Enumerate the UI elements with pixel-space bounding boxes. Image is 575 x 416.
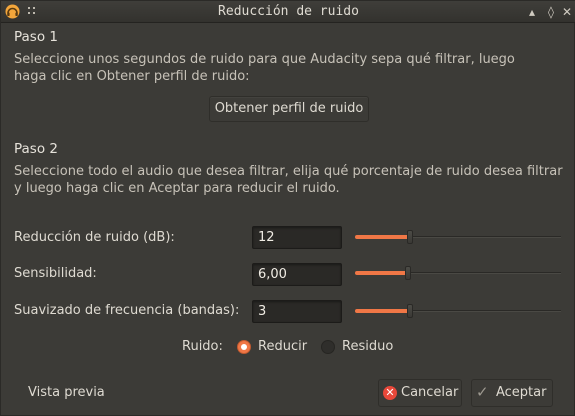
reduce-radio-label[interactable]: Reducir	[258, 339, 307, 354]
noise-reduction-slider[interactable]	[355, 229, 561, 245]
sensitivity-slider[interactable]	[355, 265, 561, 281]
frequency-smoothing-slider[interactable]	[355, 303, 561, 319]
cancel-button-label: Cancelar	[401, 385, 459, 400]
window-title: Reducción de ruido	[218, 4, 359, 19]
step1-text-line2: haga clic en Obtener perfil de ruido:	[14, 69, 250, 84]
slider-fill	[355, 309, 409, 313]
preview-button[interactable]: Vista previa	[19, 379, 115, 407]
close-icon[interactable]: ✕	[560, 5, 574, 19]
cancel-button[interactable]: ✕ Cancelar	[378, 379, 462, 407]
noise-reduction-label: Reducción de ruido (dB):	[14, 230, 175, 245]
slider-thumb[interactable]	[407, 304, 413, 318]
noise-label: Ruido:	[182, 339, 223, 354]
get-noise-profile-button[interactable]: Obtener perfil de ruido	[209, 96, 369, 122]
ok-button[interactable]: ✓ Aceptar	[471, 379, 553, 407]
step2-text-line1: Seleccione todo el audio que desea filtr…	[14, 164, 563, 179]
ok-button-label: Aceptar	[496, 385, 547, 400]
frequency-smoothing-input[interactable]: 3	[252, 300, 342, 323]
frequency-smoothing-label: Suavizado de frecuencia (bandas):	[14, 303, 240, 318]
minimize-icon[interactable]: ▴	[525, 5, 539, 19]
step2-heading: Paso 2	[14, 141, 58, 157]
residue-radio-label[interactable]: Residuo	[342, 339, 393, 354]
residue-radio[interactable]	[321, 340, 335, 354]
cancel-icon: ✕	[383, 386, 397, 400]
preview-button-label: Vista previa	[28, 385, 105, 400]
reduce-radio[interactable]	[237, 340, 251, 354]
step2-text-line2: y luego haga clic en Aceptar para reduci…	[14, 181, 340, 196]
sensitivity-label: Sensibilidad:	[14, 266, 97, 281]
slider-thumb[interactable]	[405, 266, 411, 280]
step1-text-line1: Seleccione unos segundos de ruido para q…	[14, 52, 515, 67]
step1-heading: Paso 1	[14, 29, 58, 45]
checkmark-icon: ✓	[476, 383, 489, 401]
slider-fill	[355, 271, 407, 275]
maximize-icon[interactable]: ◊	[544, 5, 558, 19]
sensitivity-input[interactable]: 6,00	[252, 263, 342, 286]
title-bar[interactable]: Reducción de ruido ▴ ◊ ✕	[1, 1, 575, 23]
noise-reduction-input[interactable]: 12	[252, 226, 342, 249]
noise-reduction-dialog: Reducción de ruido ▴ ◊ ✕ Paso 1 Seleccio…	[0, 0, 575, 416]
slider-thumb[interactable]	[407, 230, 413, 244]
slider-fill	[355, 235, 409, 239]
